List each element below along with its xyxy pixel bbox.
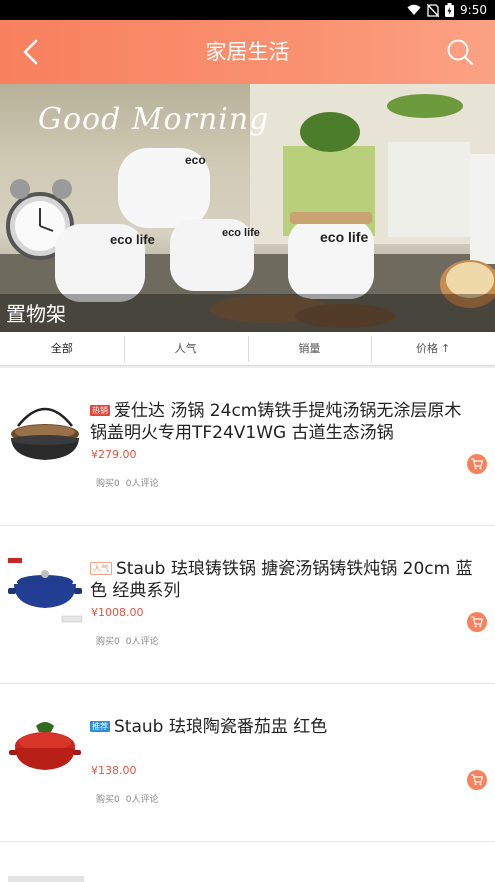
tab-all[interactable]: 全部: [0, 332, 124, 366]
hot-tag: 热销: [90, 405, 110, 416]
banner-caption-bar: 置物架: [0, 294, 495, 332]
product-item[interactable]: 人气 Staub 珐琅铸铁锅 搪瓷汤锅铸铁炖锅 20cm 蓝色 经典系列 ¥100…: [0, 526, 495, 684]
review-count: 0人评论: [125, 479, 159, 489]
svg-text:eco: eco: [185, 153, 206, 167]
review-count: 0人评论: [125, 795, 159, 805]
tab-price-label: 价格: [416, 342, 439, 355]
page-title: 家居生活: [205, 40, 290, 64]
product-image-tomato-cocotte: [9, 722, 81, 770]
product-meta: 购买0 0人评论: [96, 476, 158, 489]
product-title[interactable]: 热销 爱仕达 汤锅 24cm铸铁手提炖汤锅无涂层原木锅盖明火专用TF24V1WG …: [90, 400, 477, 444]
sort-arrow-icon: ↑: [441, 342, 451, 355]
product-price: ¥279.00: [91, 448, 137, 461]
add-to-cart-button[interactable]: [467, 454, 487, 474]
promo-banner[interactable]: eco eco life eco life eco life Good Morn…: [0, 84, 495, 332]
app-header: 家居生活: [0, 20, 495, 84]
search-icon[interactable]: [445, 37, 475, 67]
svg-text:eco life: eco life: [320, 229, 368, 245]
tab-price[interactable]: 价格 ↑: [371, 332, 495, 366]
purchase-count: 购买0: [96, 637, 120, 647]
wifi-icon: [407, 4, 421, 15]
banner-caption: 置物架: [6, 302, 66, 326]
recommend-tag: 推荐: [90, 721, 110, 732]
product-item[interactable]: 热销 爱仕达 汤锅 24cm铸铁手提炖汤锅无涂层原木锅盖明火专用TF24V1WG …: [0, 368, 495, 526]
cart-icon: [471, 774, 483, 786]
popular-tag: 人气: [90, 562, 112, 575]
battery-icon: [445, 3, 455, 17]
product-price: ¥1008.00: [91, 606, 144, 619]
add-to-cart-button[interactable]: [467, 612, 487, 632]
product-meta: 购买0 0人评论: [96, 634, 158, 647]
tab-sales[interactable]: 销量: [247, 332, 372, 366]
product-image-cast-iron-pot: [11, 407, 79, 460]
svg-text:eco life: eco life: [222, 227, 260, 239]
status-time: 9:50: [460, 3, 487, 17]
tab-sales-label: 销量: [298, 342, 321, 355]
sort-tabs: 全部 人气 销量 价格 ↑: [0, 332, 495, 366]
tab-popularity-label: 人气: [174, 342, 197, 355]
product-title-text: 爱仕达 汤锅 24cm铸铁手提炖汤锅无涂层原木锅盖明火专用TF24V1WG 古道…: [90, 401, 462, 443]
product-title-text: Staub 珐琅铸铁锅 搪瓷汤锅铸铁炖锅 20cm 蓝色 经典系列: [90, 559, 473, 601]
purchase-count: 购买0: [96, 479, 120, 489]
status-icons: 9:50: [407, 2, 487, 18]
product-image-partial: [8, 876, 84, 882]
product-title[interactable]: 人气 Staub 珐琅铸铁锅 搪瓷汤锅铸铁炖锅 20cm 蓝色 经典系列: [90, 558, 477, 602]
review-count: 0人评论: [125, 637, 159, 647]
no-sim-icon: [427, 3, 440, 17]
product-title-text: Staub 珐琅陶瓷番茄盅 红色: [114, 717, 328, 737]
product-title[interactable]: 推荐 Staub 珐琅陶瓷番茄盅 红色: [90, 716, 477, 738]
status-bar: 9:50: [0, 0, 495, 20]
add-to-cart-button[interactable]: [467, 770, 487, 790]
svg-text:eco life: eco life: [110, 232, 155, 247]
banner-overlay-text: Good Morning: [38, 102, 270, 137]
product-item-partial[interactable]: [0, 842, 495, 882]
tab-popularity[interactable]: 人气: [123, 332, 248, 366]
back-arrow-icon[interactable]: [18, 38, 46, 66]
product-image-blue-cocotte: [8, 558, 83, 623]
product-list: 热销 爱仕达 汤锅 24cm铸铁手提炖汤锅无涂层原木锅盖明火专用TF24V1WG …: [0, 368, 495, 882]
product-meta: 购买0 0人评论: [96, 792, 158, 805]
tab-all-label: 全部: [50, 342, 73, 355]
cart-icon: [471, 616, 483, 628]
purchase-count: 购买0: [96, 795, 120, 805]
product-price: ¥138.00: [91, 764, 137, 777]
product-item[interactable]: 推荐 Staub 珐琅陶瓷番茄盅 红色 ¥138.00 购买0 0人评论: [0, 684, 495, 842]
cart-icon: [471, 458, 483, 470]
